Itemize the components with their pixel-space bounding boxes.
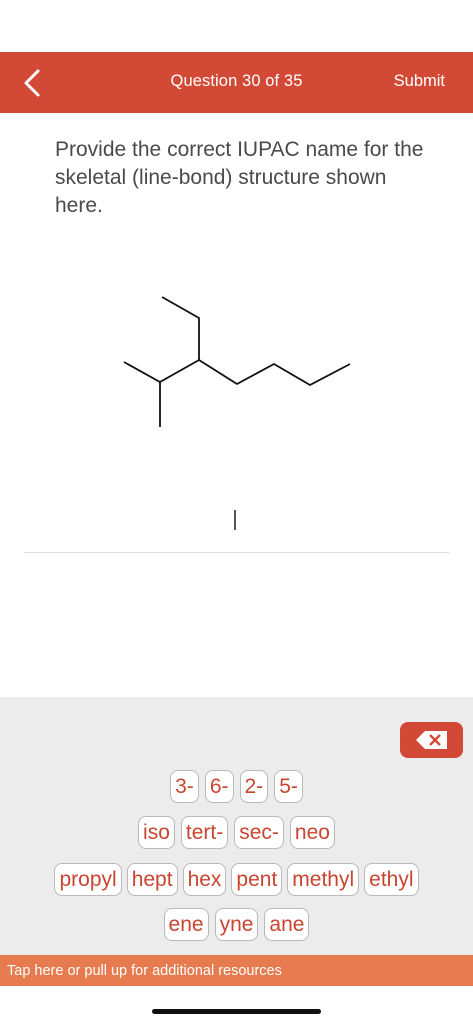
carbon-chain-right: [198, 359, 351, 387]
key-yne[interactable]: yne: [214, 908, 259, 941]
key-propyl[interactable]: propyl: [54, 863, 122, 896]
carbon-chain: [123, 296, 200, 384]
key-methyl[interactable]: methyl: [287, 863, 360, 896]
key-sec[interactable]: sec-: [234, 816, 284, 849]
key-ane[interactable]: ane: [264, 908, 310, 941]
backspace-x-icon: [416, 731, 447, 749]
key-neo[interactable]: neo: [289, 816, 335, 849]
key-iso[interactable]: iso: [138, 816, 175, 849]
key-hex[interactable]: hex: [182, 863, 227, 896]
resources-bar[interactable]: Tap here or pull up for additional resou…: [0, 955, 473, 986]
key-ethyl[interactable]: ethyl: [364, 863, 419, 896]
key-hept[interactable]: hept: [126, 863, 178, 896]
key-2[interactable]: 2-: [239, 770, 269, 803]
home-indicator[interactable]: [152, 1009, 321, 1014]
question-prompt: Provide the correct IUPAC name for the s…: [55, 138, 424, 217]
skeletal-structure: [123, 296, 351, 427]
submit-button[interactable]: Submit: [394, 72, 445, 91]
term-keyboard: 3- 6- 2- 5- iso tert- sec- neo propyl he…: [0, 697, 473, 955]
key-pent[interactable]: pent: [231, 863, 283, 896]
key-ene[interactable]: ene: [163, 908, 209, 941]
resources-label: Tap here or pull up for additional resou…: [7, 963, 282, 979]
answer-input[interactable]: [24, 490, 449, 553]
key-row-locants: 3- 6- 2- 5-: [0, 770, 473, 803]
key-row-roots: propyl hept hex pent methyl ethyl: [0, 863, 473, 896]
key-row-prefixes: iso tert- sec- neo: [0, 816, 473, 849]
key-row-suffixes: ene yne ane: [0, 908, 473, 941]
key-3[interactable]: 3-: [170, 770, 199, 803]
key-tert[interactable]: tert-: [180, 816, 229, 849]
delete-button[interactable]: [400, 722, 463, 758]
text-cursor: [234, 510, 236, 530]
app-header: Question 30 of 35 Submit: [0, 52, 473, 113]
status-bar-area: [0, 0, 473, 52]
key-6[interactable]: 6-: [204, 770, 234, 803]
key-5[interactable]: 5-: [274, 770, 303, 803]
